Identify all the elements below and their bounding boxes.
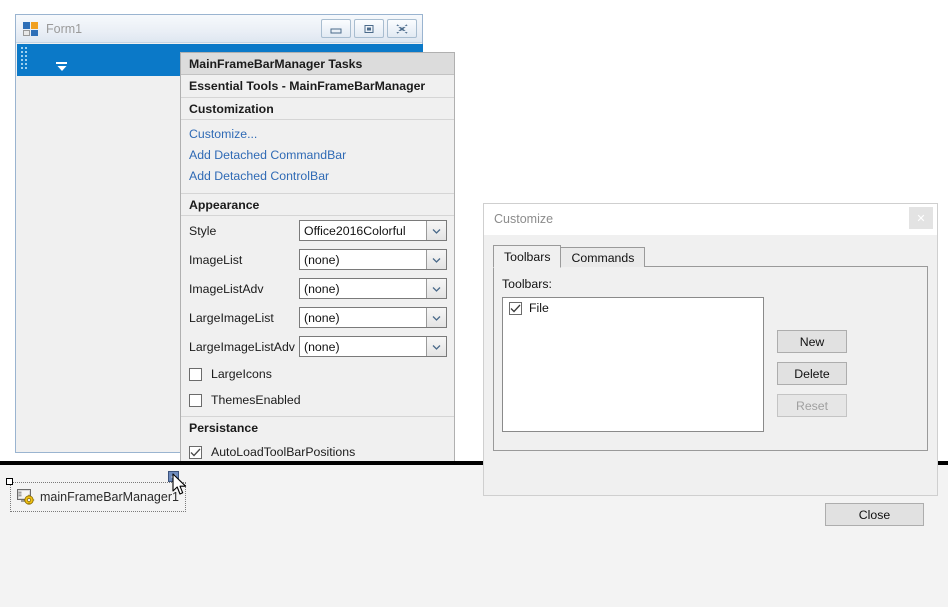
smart-tag-header: MainFrameBarManager Tasks [181, 53, 454, 75]
close-icon[interactable]: ✕ [909, 207, 933, 229]
combo-largeimagelistadv[interactable]: (none) [299, 336, 447, 357]
tabstrip: Toolbars Commands [493, 245, 928, 267]
close-button[interactable]: Close [825, 503, 924, 526]
tab-toolbars-label: Toolbars [504, 250, 550, 264]
autoloadtoolbarpositions-label: AutoLoadToolBarPositions [211, 445, 355, 459]
chevron-down-icon[interactable] [426, 221, 446, 240]
smart-tag-panel[interactable]: MainFrameBarManager Tasks Essential Tool… [180, 52, 455, 498]
autoloadtoolbarpositions-checkbox[interactable] [189, 446, 202, 459]
overflow-chevron-icon[interactable] [55, 61, 69, 73]
label-imagelistadv: ImageListAdv [189, 282, 299, 296]
customize-dialog-title: Customize [494, 212, 553, 226]
combo-imagelist[interactable]: (none) [299, 249, 447, 270]
row-imagelist: ImageList (none) [181, 245, 454, 274]
tab-commands[interactable]: Commands [560, 247, 645, 267]
smart-tag-glyph-button[interactable] [168, 471, 179, 482]
largeicons-checkbox[interactable] [189, 368, 202, 381]
label-style: Style [189, 224, 299, 238]
row-largeimagelist: LargeImageList (none) [181, 303, 454, 332]
chevron-down-icon[interactable] [426, 337, 446, 356]
check-icon [190, 448, 201, 457]
row-style: Style Office2016Colorful [181, 216, 454, 245]
combo-imagelistadv[interactable]: (none) [299, 278, 447, 299]
smart-tag-arrow-icon [170, 474, 177, 480]
tab-toolbars[interactable]: Toolbars [493, 245, 561, 268]
label-imagelist: ImageList [189, 253, 299, 267]
maximize-button[interactable] [354, 19, 384, 38]
label-largeimagelistadv: LargeImageListAdv [189, 340, 299, 354]
form-window-buttons [321, 19, 417, 38]
form-title: Form1 [46, 22, 82, 36]
chevron-down-icon[interactable] [426, 250, 446, 269]
toolbar-file-checkbox[interactable] [509, 302, 522, 315]
delete-button[interactable]: Delete [777, 362, 847, 385]
selection-handle-top-left[interactable] [6, 478, 13, 485]
combo-style-value: Office2016Colorful [300, 224, 406, 238]
section-customization: Customization [181, 98, 454, 120]
form-titlebar[interactable]: Form1 [16, 15, 422, 43]
combo-imagelist-value: (none) [300, 253, 340, 267]
chevron-down-icon[interactable] [426, 308, 446, 327]
list-item[interactable]: File [503, 298, 763, 318]
checkbox-row-largeicons[interactable]: LargeIcons [181, 361, 454, 387]
combo-style[interactable]: Office2016Colorful [299, 220, 447, 241]
maximize-icon [362, 23, 376, 35]
tray-item-mainframebarmanager1[interactable]: mainFrameBarManager1 [10, 482, 186, 512]
checkbox-row-themesenabled[interactable]: ThemesEnabled [181, 387, 454, 413]
close-button[interactable] [387, 19, 417, 38]
component-gear-icon [17, 489, 35, 505]
section-appearance: Appearance [181, 194, 454, 216]
combo-largeimagelist-value: (none) [300, 311, 340, 325]
customize-dialog[interactable]: Customize ✕ Toolbars Commands Toolbars: [483, 203, 938, 496]
new-button[interactable]: New [777, 330, 847, 353]
link-add-detached-commandbar[interactable]: Add Detached CommandBar [181, 145, 454, 166]
combo-largeimagelist[interactable]: (none) [299, 307, 447, 328]
smart-tag-link-group: Customize... Add Detached CommandBar Add… [181, 120, 454, 194]
customize-dialog-body: Toolbars Commands Toolbars: File New Del… [484, 235, 937, 495]
chevron-down-icon[interactable] [426, 279, 446, 298]
reset-button: Reset [777, 394, 847, 417]
check-icon [510, 304, 521, 313]
tab-commands-label: Commands [571, 251, 634, 265]
close-icon [394, 23, 410, 35]
list-item-label: File [529, 301, 549, 315]
row-imagelistadv: ImageListAdv (none) [181, 274, 454, 303]
themesenabled-checkbox[interactable] [189, 394, 202, 407]
link-add-detached-controlbar[interactable]: Add Detached ControlBar [181, 166, 454, 187]
form-designer-icon [23, 21, 39, 37]
label-largeimagelist: LargeImageList [189, 311, 299, 325]
smart-tag-subheader: Essential Tools - MainFrameBarManager [181, 75, 454, 98]
minimize-button[interactable] [321, 19, 351, 38]
toolbars-listbox[interactable]: File [502, 297, 764, 432]
customize-dialog-titlebar[interactable]: Customize ✕ [484, 204, 937, 235]
tray-item-label: mainFrameBarManager1 [40, 490, 179, 504]
section-persistance: Persistance [181, 417, 454, 439]
themesenabled-label: ThemesEnabled [211, 393, 301, 407]
combo-largeimagelistadv-value: (none) [300, 340, 340, 354]
drag-grip-icon[interactable] [21, 47, 28, 73]
largeicons-label: LargeIcons [211, 367, 272, 381]
designer-surface: Form1 [0, 0, 948, 607]
minimize-icon [329, 24, 343, 34]
combo-imagelistadv-value: (none) [300, 282, 340, 296]
link-customize[interactable]: Customize... [181, 124, 454, 145]
row-largeimagelistadv: LargeImageListAdv (none) [181, 332, 454, 361]
toolbars-label: Toolbars: [502, 277, 552, 291]
